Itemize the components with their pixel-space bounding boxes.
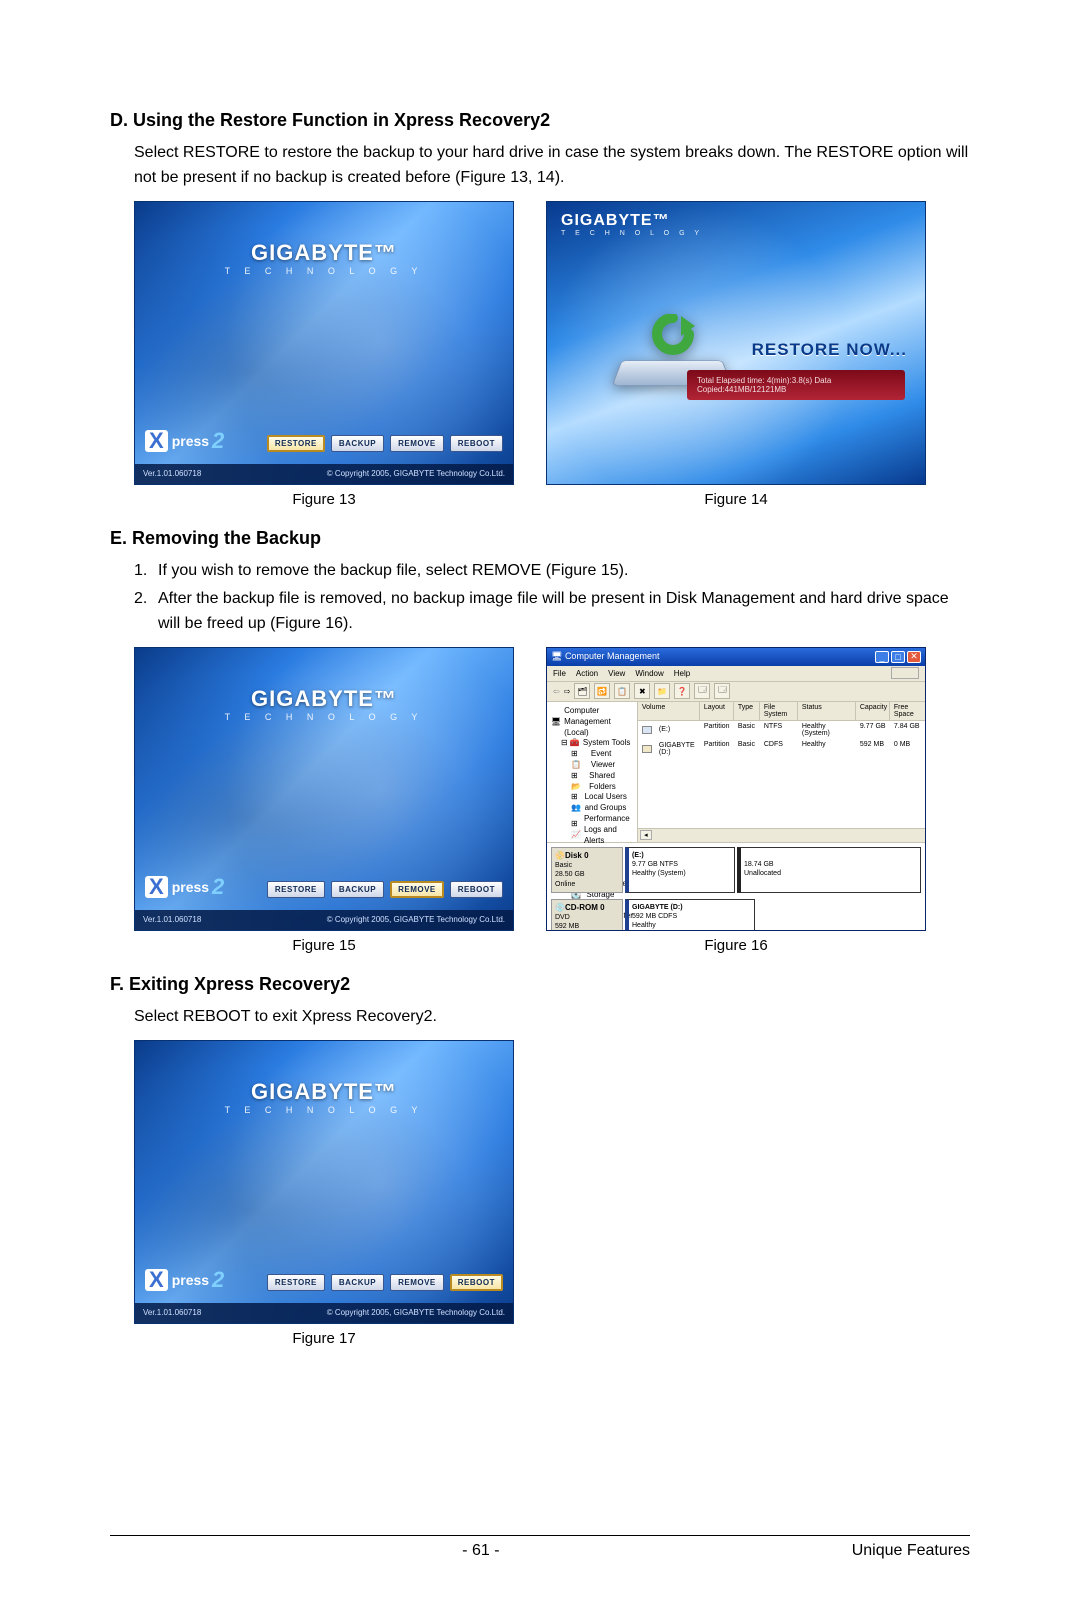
- window-titlebar: 🖥 Computer Management _ □ ✕: [547, 648, 925, 666]
- close-button[interactable]: ✕: [907, 651, 921, 663]
- toolbar-icon[interactable]: 🗔: [694, 683, 710, 699]
- figure-14-caption: Figure 14: [704, 491, 767, 508]
- figure-17-screenshot: GIGABYTE™ T E C H N O L O G Y Xpress2 RE…: [134, 1040, 514, 1324]
- section-f-heading: F. Exiting Xpress Recovery2: [110, 974, 970, 995]
- tree-local-users[interactable]: ⊞ 👥 Local Users and Groups: [551, 792, 633, 814]
- volume-columns: Volume Layout Type File System Status Ca…: [638, 702, 926, 721]
- gigabyte-logo: GIGABYTE™: [135, 240, 513, 266]
- menu-help[interactable]: Help: [674, 669, 690, 678]
- restore-now-label: RESTORE NOW...: [752, 340, 907, 360]
- toolbar-icon[interactable]: 🗂: [574, 683, 590, 699]
- version-label: Ver.1.01.060718: [143, 915, 201, 924]
- gigabyte-sublabel: T E C H N O L O G Y: [561, 230, 703, 237]
- tree-perf-logs[interactable]: ⊞ 📈 Performance Logs and Alerts: [551, 814, 633, 846]
- section-f-body: Select REBOOT to exit Xpress Recovery2.: [134, 1005, 970, 1030]
- copyright-label: © Copyright 2005, GIGABYTE Technology Co…: [327, 469, 505, 478]
- volume-row[interactable]: GIGABYTE (D:) Partition Basic CDFS Healt…: [638, 739, 926, 759]
- remove-button[interactable]: REMOVE: [390, 881, 444, 898]
- page-number: - 61 -: [462, 1542, 499, 1560]
- maximize-button[interactable]: □: [891, 651, 905, 663]
- figure-16-caption: Figure 16: [704, 937, 767, 954]
- toolbar-icon[interactable]: 🗔: [714, 683, 730, 699]
- section-d-body: Select RESTORE to restore the backup to …: [134, 141, 970, 191]
- figure-15-caption: Figure 15: [292, 937, 355, 954]
- xpress-recovery-logo: Xpress2: [145, 1267, 224, 1293]
- figure-15-screenshot: GIGABYTE™ T E C H N O L O G Y Xpress2 RE…: [134, 647, 514, 931]
- reboot-button[interactable]: REBOOT: [450, 1274, 503, 1291]
- menu-window[interactable]: Window: [635, 669, 663, 678]
- section-e-item-1: 1. If you wish to remove the backup file…: [134, 559, 970, 584]
- toolbar: ⇦ ⇨ 🗂 🔂 📋 ✖ 📁 ❓ 🗔 🗔: [547, 682, 925, 702]
- gigabyte-sublabel: T E C H N O L O G Y: [135, 712, 513, 722]
- figure-16-screenshot: 🖥 Computer Management _ □ ✕ File Action …: [546, 647, 926, 931]
- tree-root[interactable]: 🖥 Computer Management (Local): [551, 706, 633, 738]
- gigabyte-logo: GIGABYTE™: [135, 1079, 513, 1105]
- disk-row[interactable]: 💿CD-ROM 0 DVD 592 MB Online GIGABYTE (D:…: [551, 899, 921, 931]
- xpress-recovery-logo: Xpress2: [145, 428, 224, 454]
- backup-button[interactable]: BACKUP: [331, 1274, 384, 1291]
- restore-button[interactable]: RESTORE: [267, 881, 325, 898]
- section-d-heading: D. Using the Restore Function in Xpress …: [110, 110, 970, 131]
- backup-button[interactable]: BACKUP: [331, 435, 384, 452]
- section-e-heading: E. Removing the Backup: [110, 528, 970, 549]
- reboot-button[interactable]: REBOOT: [450, 881, 503, 898]
- menu-bar: File Action View Window Help: [547, 666, 925, 682]
- figure-13-screenshot: GIGABYTE™ T E C H N O L O G Y Xpress2 RE…: [134, 201, 514, 485]
- xpress-recovery-logo: Xpress2: [145, 874, 224, 900]
- copyright-label: © Copyright 2005, GIGABYTE Technology Co…: [327, 1308, 505, 1317]
- mdi-control-box[interactable]: [891, 667, 919, 679]
- remove-button[interactable]: REMOVE: [390, 435, 444, 452]
- version-label: Ver.1.01.060718: [143, 1308, 201, 1317]
- tree-system-tools[interactable]: ⊟ 🧰 System Tools: [551, 738, 633, 749]
- toolbar-icon[interactable]: ❓: [674, 683, 690, 699]
- version-label: Ver.1.01.060718: [143, 469, 201, 478]
- footer-section-label: Unique Features: [852, 1542, 970, 1560]
- restore-button[interactable]: RESTORE: [267, 435, 325, 452]
- footer-divider: [110, 1535, 970, 1536]
- reboot-button[interactable]: REBOOT: [450, 435, 503, 452]
- disk-row[interactable]: 📀Disk 0 Basic 28.50 GB Online (E:) 9.77 …: [551, 847, 921, 893]
- figure-13-caption: Figure 13: [292, 491, 355, 508]
- tree-panel: 🖥 Computer Management (Local) ⊟ 🧰 System…: [547, 702, 638, 842]
- section-e-item-2: 2. After the backup file is removed, no …: [134, 587, 970, 637]
- restore-progress-bar: Total Elapsed time: 4(min):3.8(s) Data C…: [687, 370, 905, 400]
- h-scrollbar[interactable]: ◂▸: [638, 828, 926, 842]
- menu-file[interactable]: File: [553, 669, 566, 678]
- minimize-button[interactable]: _: [875, 651, 889, 663]
- menu-view[interactable]: View: [608, 669, 625, 678]
- window-title: 🖥 Computer Management: [551, 651, 660, 662]
- tree-event-viewer[interactable]: ⊞ 📋 Event Viewer: [551, 749, 633, 771]
- figure-14-screenshot: GIGABYTE™ T E C H N O L O G Y RESTORE NO…: [546, 201, 926, 485]
- tree-shared-folders[interactable]: ⊞ 📂 Shared Folders: [551, 771, 633, 793]
- toolbar-icon[interactable]: ✖: [634, 683, 650, 699]
- gigabyte-logo: GIGABYTE™: [561, 212, 703, 230]
- gigabyte-logo: GIGABYTE™: [135, 686, 513, 712]
- restore-button[interactable]: RESTORE: [267, 1274, 325, 1291]
- copyright-label: © Copyright 2005, GIGABYTE Technology Co…: [327, 915, 505, 924]
- toolbar-icon[interactable]: 🔂: [594, 683, 610, 699]
- disk-graphical-view: 📀Disk 0 Basic 28.50 GB Online (E:) 9.77 …: [547, 842, 925, 931]
- volume-row[interactable]: (E:) Partition Basic NTFS Healthy (Syste…: [638, 721, 926, 739]
- backup-button[interactable]: BACKUP: [331, 881, 384, 898]
- gigabyte-sublabel: T E C H N O L O G Y: [135, 1105, 513, 1115]
- gigabyte-sublabel: T E C H N O L O G Y: [135, 266, 513, 276]
- figure-17-caption: Figure 17: [292, 1330, 355, 1347]
- remove-button[interactable]: REMOVE: [390, 1274, 444, 1291]
- menu-action[interactable]: Action: [576, 669, 598, 678]
- toolbar-icon[interactable]: 📋: [614, 683, 630, 699]
- toolbar-icon[interactable]: 📁: [654, 683, 670, 699]
